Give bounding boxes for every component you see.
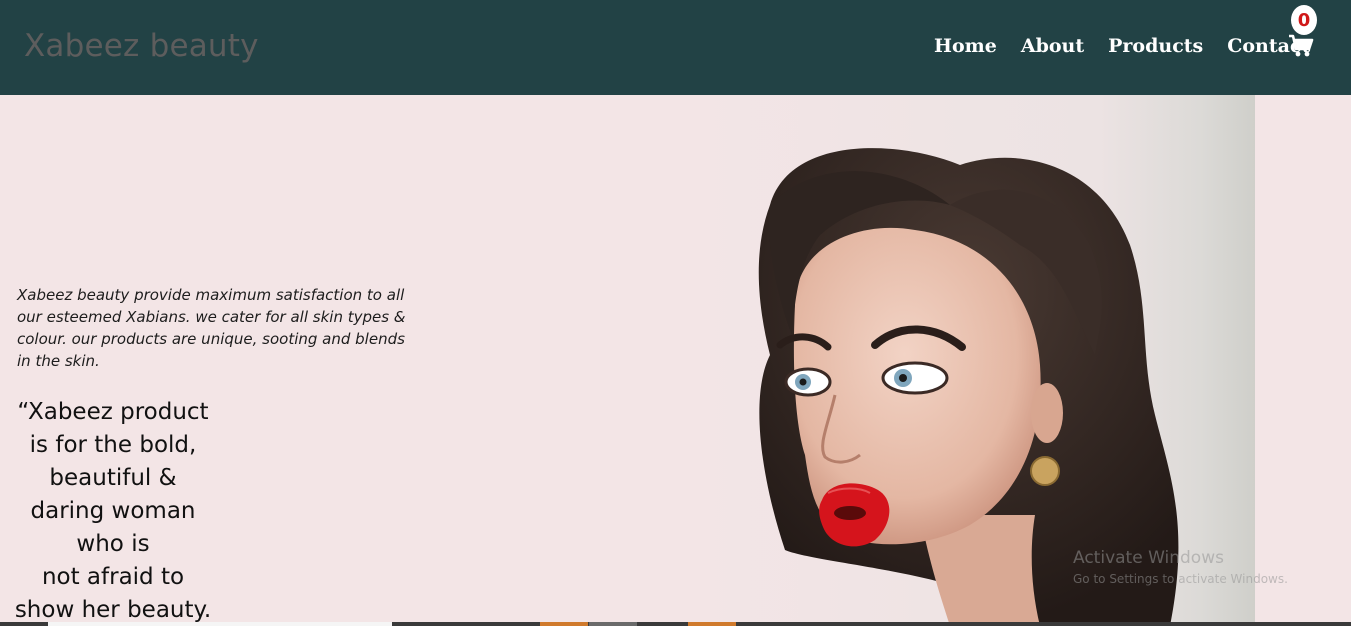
cart-count-badge: 0 xyxy=(1291,5,1317,35)
watermark-title: Activate Windows xyxy=(1073,548,1224,568)
taskbar-edge xyxy=(0,622,1351,626)
site-header: Xabeez beauty Home About Products Contac… xyxy=(0,0,1351,95)
shopping-cart-icon xyxy=(1289,34,1314,57)
taskbar-segment xyxy=(688,622,736,626)
page-margin xyxy=(1255,95,1351,626)
taskbar-segment xyxy=(540,622,588,626)
nav-about[interactable]: About xyxy=(1021,34,1084,58)
hero-description: Xabeez beauty provide maximum satisfacti… xyxy=(17,286,406,370)
watermark-subtitle: Go to Settings to activate Windows. xyxy=(1073,572,1288,586)
main-nav: Home About Products Contact xyxy=(934,34,1334,58)
brand-logo[interactable]: Xabeez beauty xyxy=(24,28,259,64)
activate-windows-watermark: Activate Windows Go to Settings to activ… xyxy=(1073,548,1288,586)
taskbar-segment xyxy=(48,622,392,626)
taskbar-segment xyxy=(589,622,637,626)
model-photo xyxy=(700,95,1255,626)
hero-quote: “Xabeez product is for the bold, beautif… xyxy=(14,399,212,623)
nav-home[interactable]: Home xyxy=(934,34,997,58)
cart-button[interactable]: 0 xyxy=(1288,4,1320,60)
nav-products[interactable]: Products xyxy=(1108,34,1203,58)
